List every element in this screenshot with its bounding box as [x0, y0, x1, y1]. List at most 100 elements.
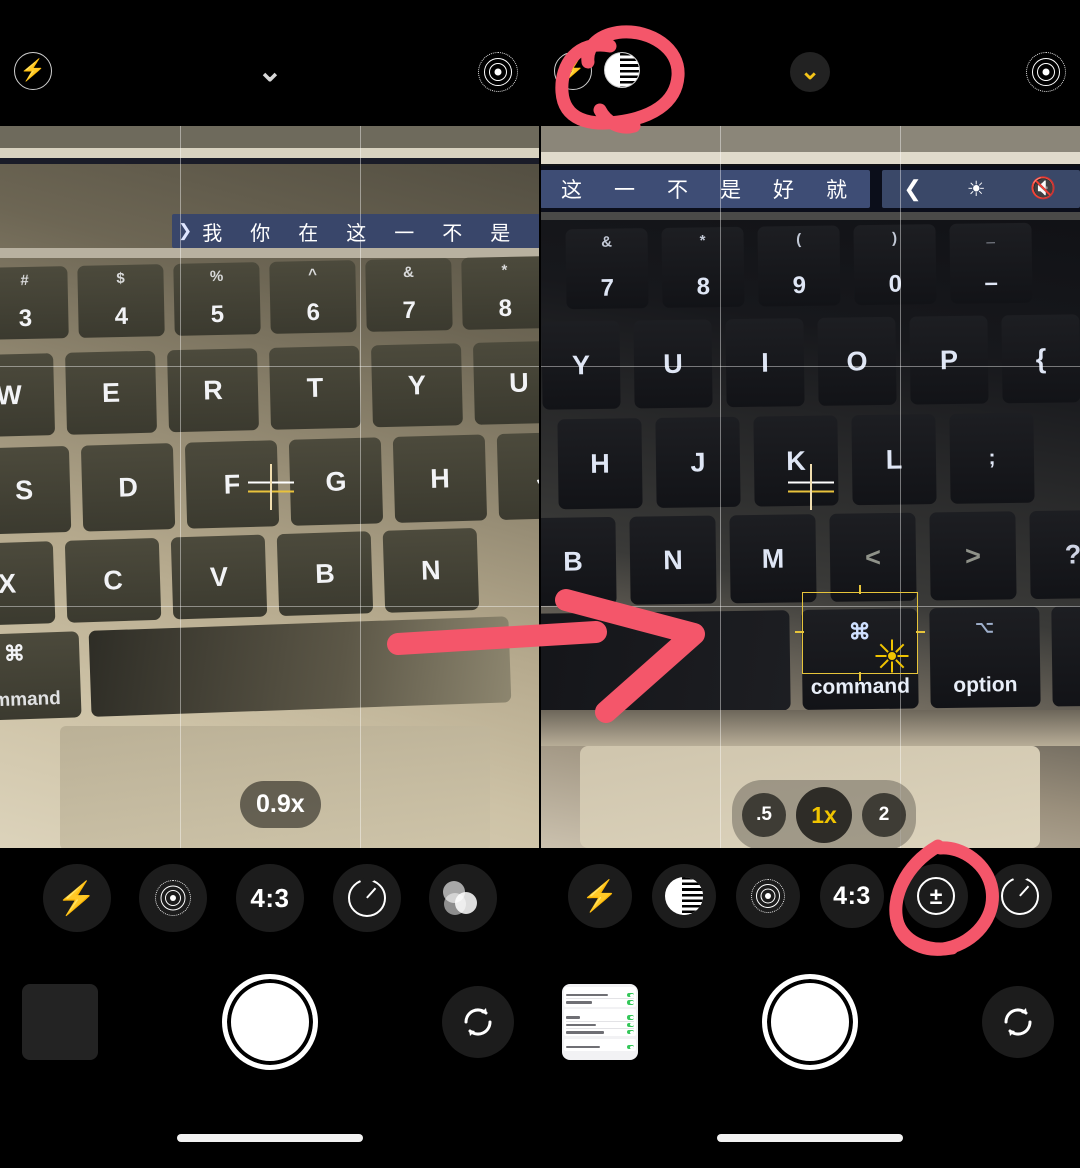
key-label: command [0, 687, 62, 713]
right-shutter-row [540, 960, 1080, 1090]
live-photo-icon[interactable] [1026, 52, 1066, 92]
key-label: { [1001, 314, 1080, 404]
aspect-ratio-button[interactable]: 4:3 [235, 864, 304, 932]
key-label: Y [541, 320, 621, 410]
left-key-row-space: ⌘ command [0, 616, 512, 722]
touchbar-candidate: 在 [298, 222, 321, 245]
key-label: H [392, 434, 488, 523]
comparison-screenshot: ⚡ ⌄ ❯ 我 你 在 这 一 不 是 # 3 $ 4 % 5 ^ 6 & 7 … [0, 0, 1080, 1168]
right-viewfinder[interactable]: 这 一 不 是 好 就 ❮ ☀ 🔇 & 7 * 8 (9) 0 _ – Y … [540, 126, 1080, 848]
key-label: U [472, 340, 540, 425]
aspect-ratio-label: 4:3 [833, 881, 871, 910]
key-label: option [953, 673, 1018, 697]
key-label: ? [1029, 509, 1080, 600]
zoom-option-ultrawide[interactable]: .5 [742, 793, 786, 837]
flash-toggle-button[interactable]: ⚡ [568, 864, 632, 928]
live-photo-icon[interactable] [478, 52, 518, 92]
left-shutter-row [0, 960, 540, 1090]
left-key-row-bottom: X C V B N [0, 527, 480, 627]
touchbar-back-icon[interactable]: ❮ [903, 176, 923, 202]
camera-flip-icon[interactable] [442, 986, 514, 1058]
exposure-button[interactable]: ± [904, 864, 968, 928]
key-label: T [268, 345, 361, 430]
key-label: H [557, 418, 643, 510]
exposure-sun-slider-icon[interactable] [875, 639, 909, 673]
touchbar-candidate: 是 [720, 179, 743, 202]
home-indicator [717, 1134, 903, 1142]
key-label: L [851, 414, 937, 506]
key-label: 9 [792, 271, 807, 300]
aspect-ratio-label: 4:3 [250, 882, 290, 913]
zoom-selector[interactable]: .5 1x 2 [732, 780, 916, 848]
left-viewfinder[interactable]: ❯ 我 你 在 这 一 不 是 #3 $4 % 5 ^ 6 & 7 * 8 W … [0, 126, 540, 848]
touchbar-candidate: 好 [773, 179, 796, 202]
touchbar-candidate: 就 [826, 179, 849, 202]
left-bottom-controls: ⚡ 4:3 [0, 848, 540, 1168]
key-label: < [829, 512, 917, 602]
key-label: D [80, 443, 176, 532]
right-camera-screen: ⚡ ⌄ 这 一 不 是 好 就 ❮ ☀ 🔇 & 7 * 8 (9) 0 _ … [540, 0, 1080, 1168]
chevron-down-icon[interactable]: ⌄ [790, 52, 830, 92]
touchbar-candidate: 一 [614, 179, 637, 202]
flash-toggle-button[interactable]: ⚡ [42, 864, 111, 932]
exposure-plus-minus-icon: ± [917, 877, 955, 915]
mute-icon[interactable]: 🔇 [1030, 177, 1058, 201]
touchbar-candidate: 你 [250, 222, 273, 245]
key-label: 3 [18, 304, 33, 333]
right-center-crosshair-icon [788, 464, 834, 510]
chevron-down-icon[interactable]: ⌄ [242, 52, 298, 92]
key-label: > [929, 511, 1017, 601]
key-label: 7 [402, 296, 417, 325]
key-label: V [170, 534, 268, 620]
aspect-ratio-button[interactable]: 4:3 [820, 864, 884, 928]
left-top-control-bar: ⚡ ⌄ [0, 0, 540, 126]
left-key-row-qwerty: W E R T Y U [0, 340, 540, 438]
key-label: M [729, 514, 817, 604]
touchbar-candidate: 是 [490, 222, 513, 245]
shutter-button[interactable] [762, 974, 858, 1070]
touchbar-candidate: 这 [346, 222, 369, 245]
key-label: J [496, 431, 540, 521]
key-label: ; [949, 412, 1035, 504]
right-key-row-numbers: & 7 * 8 (9 ) 0 _ – [565, 222, 1033, 310]
key-label: X [0, 541, 56, 627]
live-photo-toggle-button[interactable] [736, 864, 800, 928]
right-camera-options-row: ⚡ 4:3 ± [540, 864, 1080, 928]
night-mode-icon[interactable] [604, 52, 640, 88]
live-photo-toggle-button[interactable] [139, 864, 208, 932]
flash-icon[interactable]: ⚡ [554, 52, 592, 90]
touchbar-candidate: 我 [202, 222, 225, 245]
left-center-crosshair-icon [248, 464, 294, 510]
photo-thumbnail[interactable] [562, 984, 638, 1060]
zoom-option-tele[interactable]: 2 [862, 793, 906, 837]
key-label: E [65, 350, 158, 435]
key-label: I [725, 318, 805, 408]
filters-button[interactable] [429, 864, 498, 932]
key-label: G [288, 437, 384, 526]
key-label: 0 [888, 270, 903, 298]
flash-icon[interactable]: ⚡ [14, 52, 52, 90]
photo-thumbnail[interactable] [22, 984, 98, 1060]
touchbar-candidate: 一 [394, 222, 417, 245]
zoom-option-wide[interactable]: 1x [796, 787, 852, 843]
key-label: C [64, 537, 162, 623]
brightness-icon[interactable]: ☀ [967, 177, 988, 202]
zoom-indicator[interactable]: 0.9x [240, 781, 321, 828]
key-label: B [540, 516, 617, 607]
command-glyph-icon: ⌘ [3, 642, 26, 666]
night-mode-toggle-button[interactable] [652, 864, 716, 928]
timer-button[interactable] [988, 864, 1052, 928]
touchbar-candidate: 不 [442, 222, 465, 245]
key-label: 6 [306, 298, 321, 327]
key-label: 8 [498, 294, 513, 323]
key-label: P [909, 315, 989, 405]
key-label: N [629, 515, 717, 605]
camera-flip-icon[interactable] [982, 986, 1054, 1058]
key-label: R [167, 348, 260, 433]
key-label: N [382, 527, 480, 613]
option-glyph-icon: ⌥ [975, 619, 994, 637]
timer-button[interactable] [332, 864, 401, 932]
home-indicator [177, 1134, 363, 1142]
shutter-button[interactable] [222, 974, 318, 1070]
key-label: B [276, 531, 374, 617]
